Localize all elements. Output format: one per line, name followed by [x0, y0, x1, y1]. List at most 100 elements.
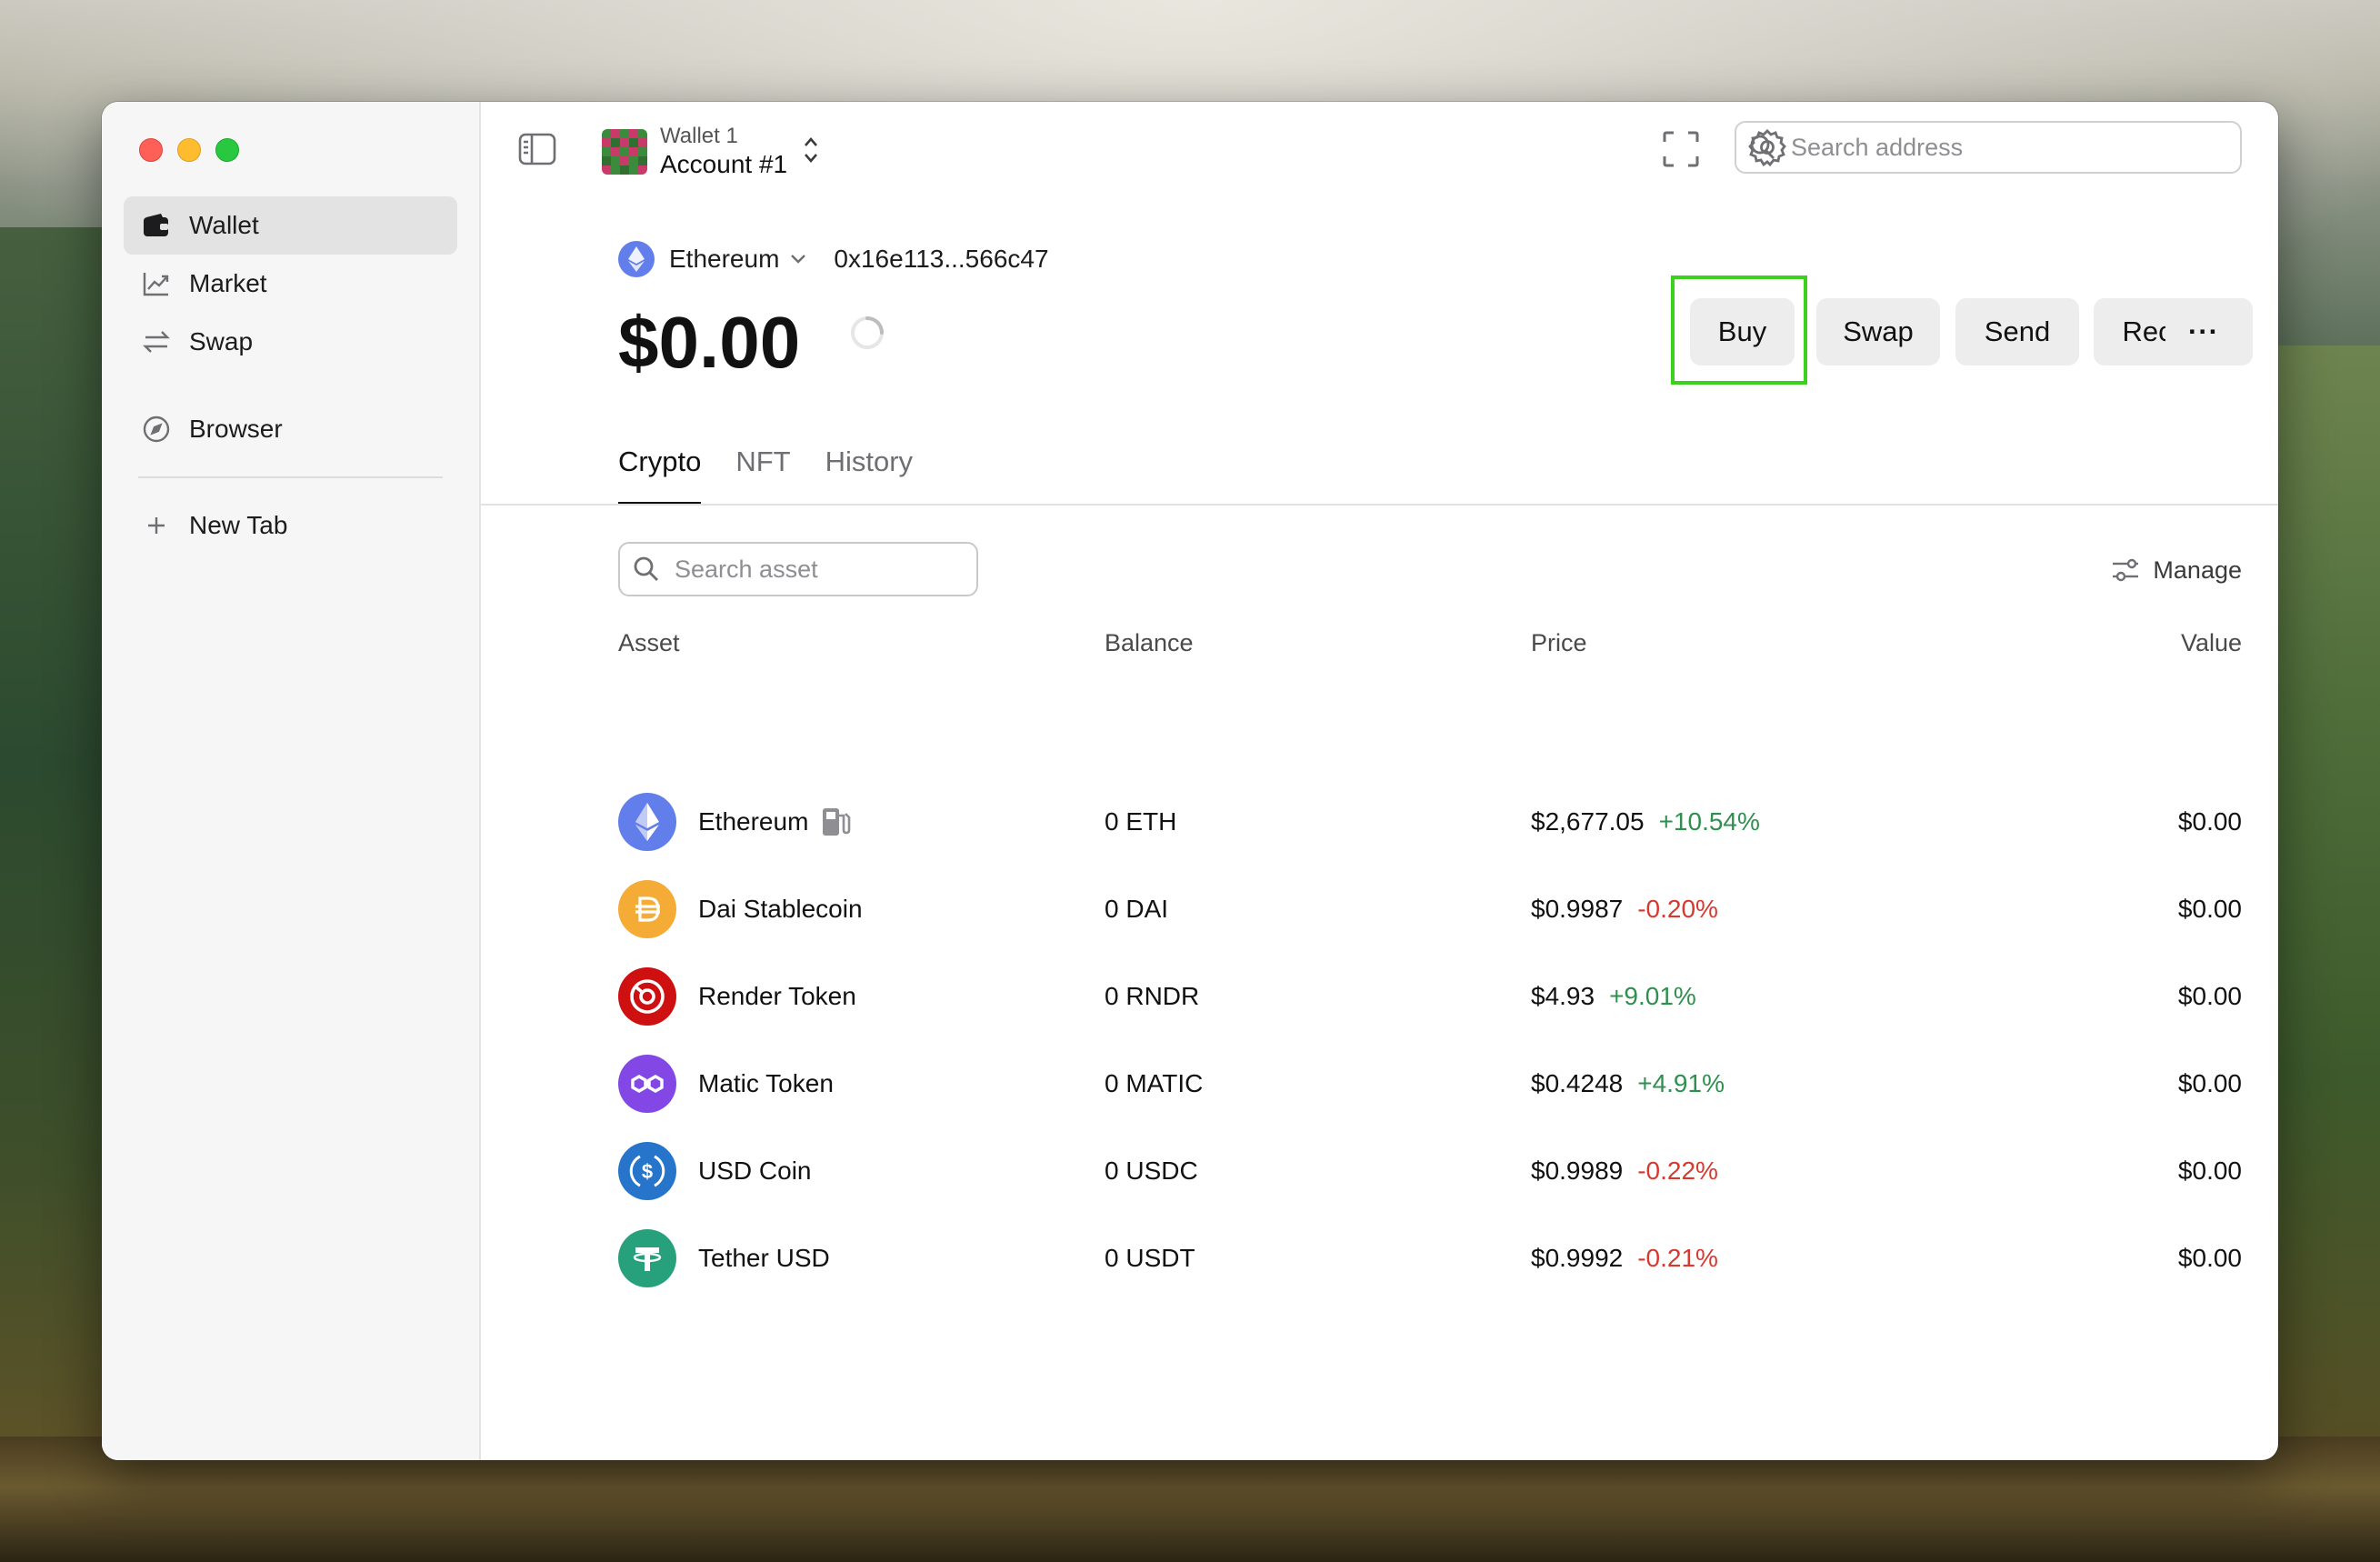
network-row: Ethereum 0x16e113...566c47 — [618, 232, 1049, 286]
sidebar-item-browser[interactable]: Browser — [124, 400, 457, 458]
network-name: Ethereum — [669, 245, 780, 273]
sidebar-item-label: New Tab — [189, 511, 288, 539]
sidebar-item-new-tab[interactable]: New Tab — [124, 496, 457, 555]
asset-price: $0.4248 — [1531, 1069, 1624, 1097]
column-header-value: Value — [2180, 629, 2242, 656]
sliders-icon — [2113, 558, 2139, 582]
price-change: +10.54% — [1658, 807, 1760, 836]
asset-balance: 0 DAI — [1105, 895, 1169, 923]
dai-icon — [618, 880, 676, 938]
column-header-balance: Balance — [1105, 629, 1194, 656]
account-avatar — [602, 129, 647, 175]
search-asset-field[interactable] — [618, 542, 978, 596]
plus-icon — [142, 511, 171, 540]
tether-icon — [618, 1229, 676, 1287]
sidebar-item-market[interactable]: Market — [124, 255, 457, 313]
column-header-price: Price — [1531, 629, 1587, 656]
ethereum-network-icon — [618, 241, 655, 277]
asset-value: $0.00 — [2177, 807, 2242, 836]
asset-price: $4.93 — [1531, 982, 1595, 1010]
polygon-icon — [618, 1055, 676, 1113]
assets-table-header: Asset Balance Price Value — [618, 620, 2242, 666]
asset-value: $0.00 — [2177, 982, 2242, 1010]
minimize-window-button[interactable] — [177, 138, 201, 162]
sidebar-toggle-icon — [518, 133, 556, 165]
table-row[interactable]: Tether USD 0 USDT $0.9992 -0.21% $0.00 — [618, 1215, 2242, 1302]
table-row[interactable]: Dai Stablecoin 0 DAI $0.9987 -0.20% $0.00 — [618, 866, 2242, 953]
tab-nft[interactable]: NFT — [735, 429, 790, 495]
asset-balance: 0 ETH — [1105, 807, 1177, 836]
price-change: -0.22% — [1637, 1156, 1718, 1185]
price-change: +4.91% — [1637, 1069, 1725, 1097]
swap-arrows-icon — [142, 327, 171, 356]
asset-price: $0.9987 — [1531, 895, 1624, 923]
tabs-divider — [481, 504, 2278, 506]
account-selector[interactable]: Wallet 1 Account #1 — [602, 120, 820, 184]
wallet-name: Wallet 1 — [660, 124, 738, 148]
ethereum-icon — [618, 793, 676, 851]
network-selector[interactable]: Ethereum — [669, 245, 806, 274]
search-asset-input[interactable] — [673, 554, 967, 585]
asset-value: $0.00 — [2177, 895, 2242, 923]
scan-qr-button[interactable] — [1659, 127, 1703, 171]
asset-name: Matic Token — [698, 1069, 834, 1097]
table-row[interactable]: Ethereum 0 ETH $2,677.05 +10.54% $0.00 — [618, 778, 2242, 866]
manage-button[interactable]: Manage — [2111, 547, 2242, 593]
usdc-icon: $ — [618, 1142, 676, 1200]
tab-crypto[interactable]: Crypto — [618, 429, 702, 506]
asset-tabs: Crypto NFT History — [618, 429, 913, 506]
swap-button[interactable]: Swap — [1816, 298, 1940, 365]
svg-text:$: $ — [642, 1160, 653, 1183]
search-address-field[interactable] — [1735, 121, 2242, 174]
price-change: -0.20% — [1637, 895, 1718, 923]
wallet-icon — [142, 211, 171, 240]
app-window: Wallet Market Swap Browser New Tab Walle… — [102, 102, 2278, 1460]
chevron-down-icon — [791, 255, 806, 264]
manage-label: Manage — [2153, 556, 2242, 584]
asset-name: Tether USD — [698, 1244, 830, 1272]
asset-price: $0.9989 — [1531, 1156, 1624, 1185]
loading-spinner-icon — [851, 316, 884, 349]
asset-price: $0.9992 — [1531, 1244, 1624, 1272]
zoom-window-button[interactable] — [215, 138, 239, 162]
wallet-address[interactable]: 0x16e113...566c47 — [834, 245, 1048, 274]
search-address-input[interactable] — [1789, 132, 2193, 163]
sidebar-item-label: Swap — [189, 327, 254, 355]
asset-price: $2,677.05 — [1531, 807, 1645, 836]
compass-icon — [142, 415, 171, 444]
chevron-up-down-icon — [802, 135, 820, 170]
asset-name: USD Coin — [698, 1156, 812, 1185]
asset-balance: 0 USDT — [1105, 1244, 1195, 1272]
more-button[interactable]: ··· — [2165, 298, 2242, 365]
chart-icon — [142, 269, 171, 298]
column-header-asset: Asset — [618, 629, 680, 656]
tab-history[interactable]: History — [825, 429, 913, 495]
total-balance: $0.00 — [618, 302, 801, 383]
sidebar-item-label: Market — [189, 269, 267, 297]
main-content: Wallet 1 Account #1 Ethereum — [481, 102, 2278, 1460]
scan-icon — [1663, 131, 1699, 167]
sidebar-divider — [138, 476, 443, 478]
sidebar-item-swap[interactable]: Swap — [124, 313, 457, 371]
table-row[interactable]: Matic Token 0 MATIC $0.4248 +4.91% $0.00 — [618, 1040, 2242, 1127]
sidebar-item-wallet[interactable]: Wallet — [124, 196, 457, 255]
gas-pump-icon[interactable] — [821, 806, 854, 837]
account-name: Account #1 — [660, 150, 788, 178]
asset-name: Ethereum — [698, 807, 809, 836]
sidebar-item-label: Browser — [189, 415, 283, 443]
asset-value: $0.00 — [2177, 1244, 2242, 1272]
more-dots-icon: ··· — [2188, 315, 2219, 347]
send-button[interactable]: Send — [1955, 298, 2079, 365]
table-row[interactable]: Render Token 0 RNDR $4.93 +9.01% $0.00 — [618, 953, 2242, 1040]
asset-balance: 0 RNDR — [1105, 982, 1200, 1010]
table-row[interactable]: $ USD Coin 0 USDC $0.9989 -0.22% $0.00 — [618, 1127, 2242, 1215]
window-controls — [139, 138, 239, 162]
search-icon — [1750, 135, 1775, 159]
price-change: +9.01% — [1609, 982, 1696, 1010]
asset-value: $0.00 — [2177, 1069, 2242, 1097]
toggle-sidebar-button[interactable] — [515, 129, 559, 169]
close-window-button[interactable] — [139, 138, 163, 162]
buy-button-highlight — [1671, 275, 1807, 385]
desktop-background-right — [2273, 345, 2380, 1562]
asset-value: $0.00 — [2177, 1156, 2242, 1185]
